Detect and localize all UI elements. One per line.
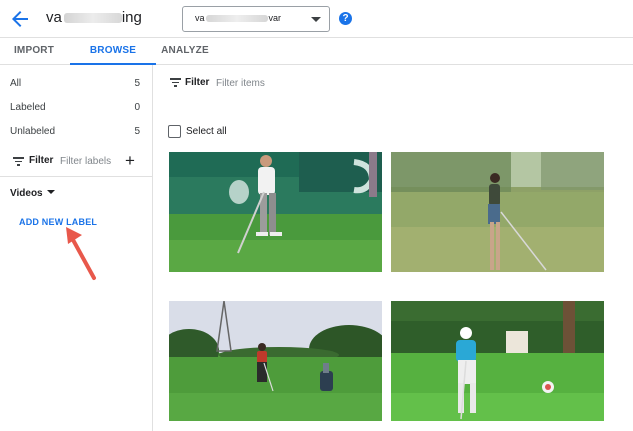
sidebar-item-unlabeled[interactable]: Unlabeled 5	[0, 119, 153, 143]
dataset-name-head: va	[46, 9, 62, 26]
arrow-drop-down-icon	[46, 189, 55, 194]
filter-label: Filter	[29, 155, 54, 166]
filter-list-icon	[13, 157, 24, 166]
select-all-label: Select all	[186, 126, 227, 137]
arrow-back-icon[interactable]	[8, 7, 32, 31]
annotation-arrow-icon	[66, 227, 96, 280]
dataset-name-tail: ing	[121, 9, 142, 26]
sidebar-item-count: 5	[134, 126, 140, 137]
select-all-checkbox[interactable]	[168, 125, 181, 138]
video-thumbnail[interactable]	[391, 301, 604, 421]
sidebar-item-labeled[interactable]: Labeled 0	[0, 95, 153, 119]
header-bar: va ing va var ?	[0, 0, 633, 38]
dataset-select-value: va var	[195, 13, 281, 23]
sidebar-item-label: Labeled	[10, 102, 46, 113]
golf-scene-image	[169, 301, 382, 421]
app-window: va ing va var ? IMPORT BROWSE ANALYZE All …	[0, 0, 633, 431]
redacted-text	[63, 13, 122, 24]
tab-import[interactable]: IMPORT	[0, 38, 68, 65]
sidebar-item-label: All	[10, 78, 22, 89]
sidebar-item-all[interactable]: All 5	[0, 71, 153, 95]
golf-scene-image	[391, 152, 604, 272]
videos-section-toggle[interactable]: Videos	[10, 183, 55, 199]
videos-section-label: Videos	[10, 188, 43, 199]
select-value-head: va	[195, 13, 205, 23]
label-filter-bar: Filter +	[0, 147, 153, 177]
dataset-select[interactable]: va var	[182, 6, 330, 32]
tab-analyze[interactable]: ANALYZE	[156, 38, 214, 65]
sidebar-item-count: 0	[134, 102, 140, 113]
dataset-name: va ing	[46, 9, 142, 26]
tab-browse[interactable]: BROWSE	[70, 38, 156, 65]
video-thumbnail[interactable]	[169, 152, 382, 272]
select-value-tail: var	[268, 13, 282, 23]
golf-scene-image	[391, 301, 604, 421]
golf-scene-image	[169, 152, 382, 272]
tab-bar: IMPORT BROWSE ANALYZE	[0, 38, 633, 65]
video-thumbnail[interactable]	[391, 152, 604, 272]
add-icon[interactable]: +	[125, 151, 135, 171]
filter-label: Filter	[185, 77, 210, 88]
redacted-text	[205, 15, 268, 23]
arrow-drop-down-icon	[311, 17, 321, 22]
sidebar-item-label: Unlabeled	[10, 126, 56, 137]
sidebar-item-count: 5	[134, 78, 140, 89]
help-icon[interactable]: ?	[339, 12, 352, 25]
filter-items-input[interactable]	[216, 76, 326, 90]
video-thumbnail[interactable]	[169, 301, 382, 421]
filter-labels-input[interactable]	[60, 154, 120, 168]
filter-list-icon	[170, 78, 181, 87]
